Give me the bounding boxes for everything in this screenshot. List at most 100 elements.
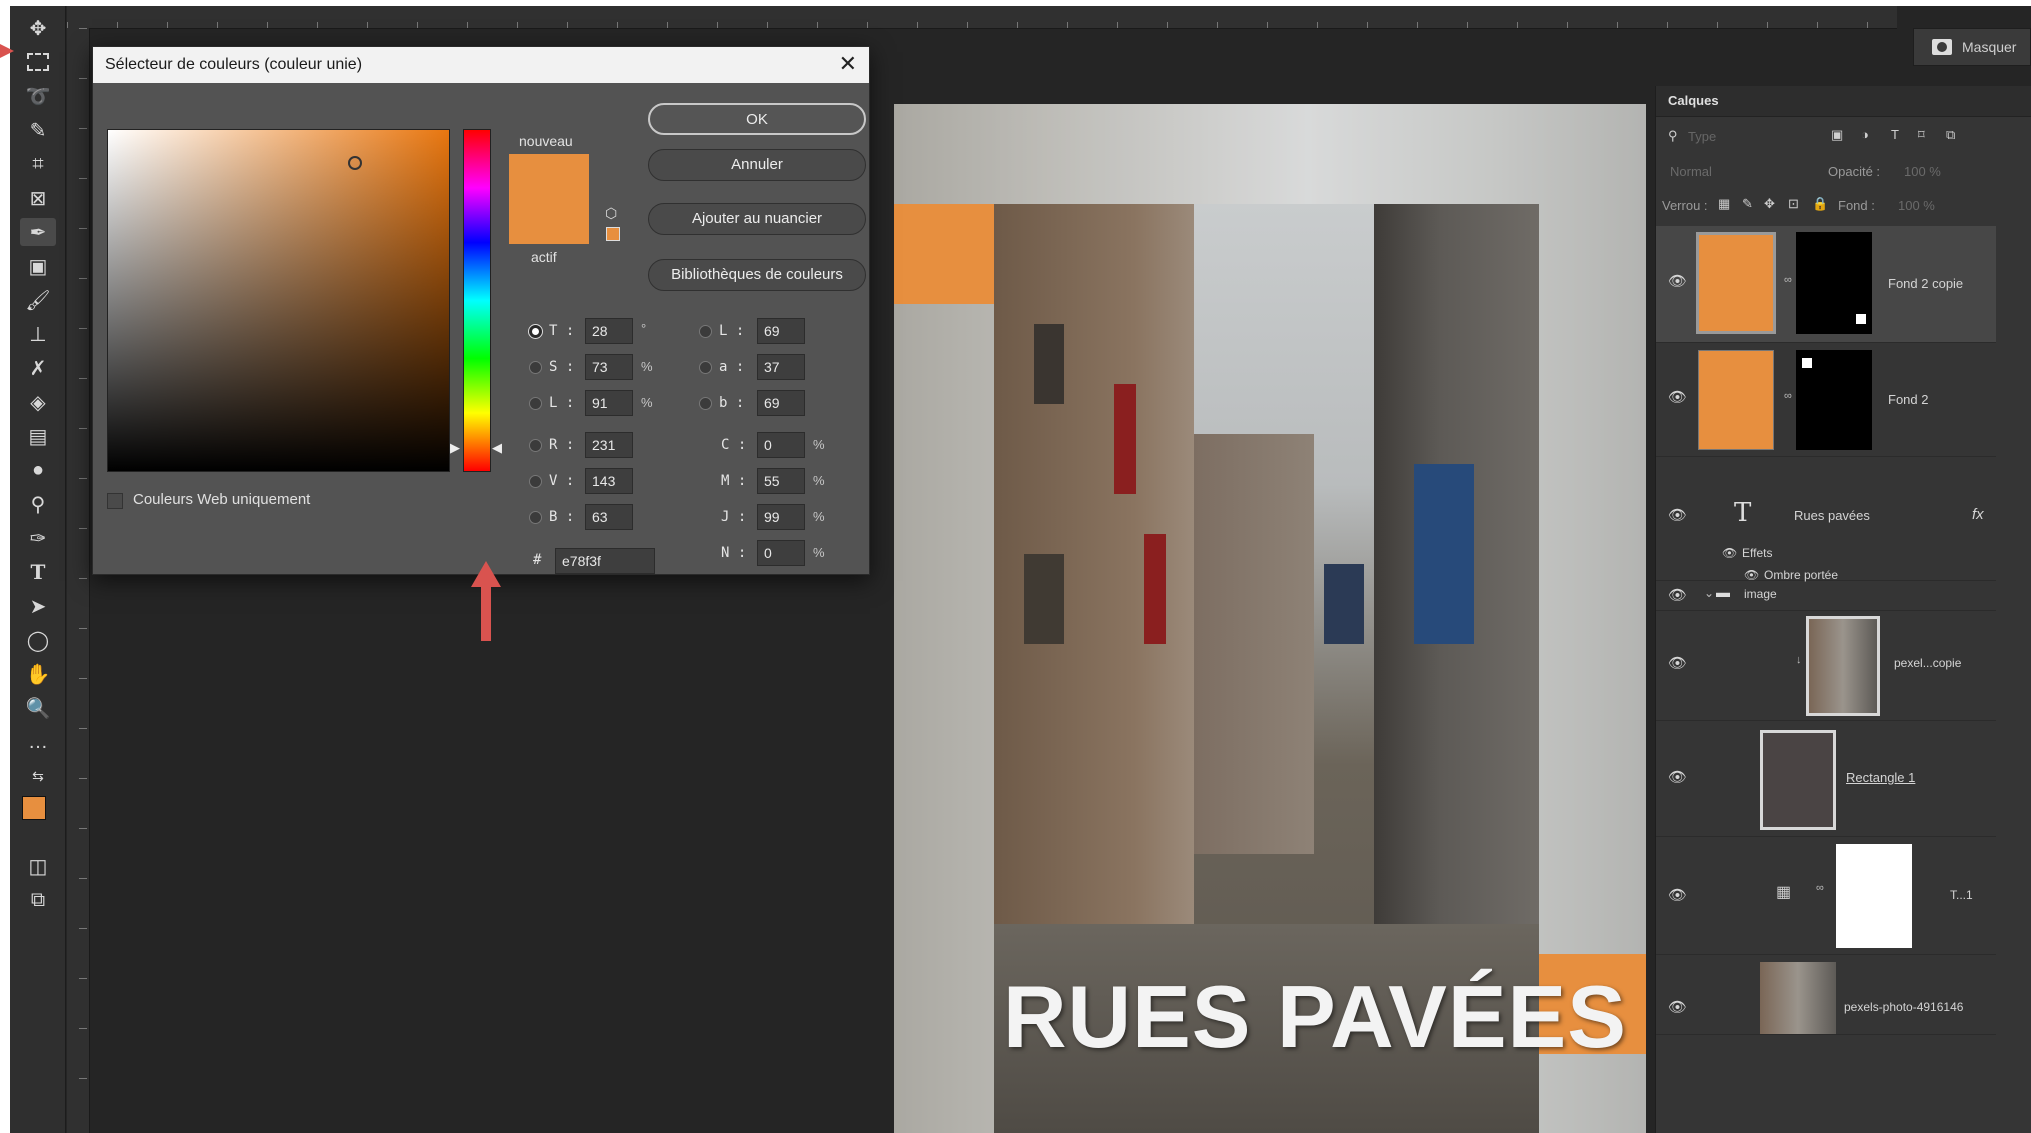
shape-filter-icon[interactable]: ⌑: [1918, 127, 1925, 143]
layer-row[interactable]: 👁 ∞ Fond 2: [1656, 342, 1996, 457]
visibility-eye-icon[interactable]: 👁: [1668, 586, 1688, 604]
hue-radio[interactable]: [529, 325, 542, 338]
magenta-field[interactable]: 55: [757, 468, 805, 494]
hue-field[interactable]: 28: [585, 318, 633, 344]
cancel-button[interactable]: Annuler: [648, 149, 866, 181]
black-field[interactable]: 0: [757, 540, 805, 566]
image-filter-icon[interactable]: ▣: [1831, 127, 1843, 143]
visibility-eye-icon[interactable]: 👁: [1668, 388, 1688, 406]
websafe-swatch-icon[interactable]: [606, 227, 620, 241]
lab-a-radio[interactable]: [699, 361, 712, 374]
smart-object-filter-icon[interactable]: ⧉: [1946, 127, 1955, 143]
link-icon[interactable]: ∞: [1784, 390, 1792, 402]
eraser-tool-icon[interactable]: ◈: [20, 388, 56, 416]
hue-slider-right-arrow-icon[interactable]: ◀: [492, 440, 502, 456]
visibility-eye-icon[interactable]: 👁: [1668, 654, 1688, 672]
ruler-tick: [167, 22, 168, 28]
lock-all-icon[interactable]: 🔒: [1812, 196, 1828, 212]
gradient-tool-icon[interactable]: ▤: [20, 422, 56, 450]
saturation-brightness-field[interactable]: [107, 129, 450, 472]
screen-mode-icon[interactable]: ⧉: [20, 886, 56, 914]
link-icon[interactable]: ∞: [1816, 882, 1824, 894]
fill-field[interactable]: 100 %: [1898, 198, 1935, 213]
lab-l-field[interactable]: 69: [757, 318, 805, 344]
lock-pixels-icon[interactable]: ✎: [1742, 196, 1753, 212]
cyan-field[interactable]: 0: [757, 432, 805, 458]
fx-icon[interactable]: fx: [1972, 506, 1984, 523]
frame-tool-icon[interactable]: ⊠: [20, 184, 56, 212]
history-brush-tool-icon[interactable]: ✗: [20, 354, 56, 382]
lock-artboard-icon[interactable]: ⊡: [1788, 196, 1799, 212]
lab-b-field[interactable]: 69: [757, 390, 805, 416]
hue-slider[interactable]: [463, 129, 491, 472]
mask-toggle-button[interactable]: Masquer: [1913, 28, 2031, 66]
group-row[interactable]: 👁 ⌄ ▬ image: [1656, 580, 1996, 611]
brightness-radio[interactable]: [529, 397, 542, 410]
quick-selection-tool-icon[interactable]: ✎: [20, 116, 56, 144]
layer-row[interactable]: 👁 ↓ pexel...copie: [1656, 610, 1996, 721]
zoom-tool-icon[interactable]: 🔍: [20, 694, 56, 722]
hex-field[interactable]: e78f3f: [555, 548, 655, 574]
green-radio[interactable]: [529, 475, 542, 488]
yellow-field[interactable]: 99: [757, 504, 805, 530]
dodge-tool-icon[interactable]: ⚲: [20, 490, 56, 518]
lab-a-field[interactable]: 37: [757, 354, 805, 380]
lock-position-icon[interactable]: ✥: [1764, 196, 1775, 212]
layer-row[interactable]: 👁 Rectangle 1: [1656, 720, 1996, 837]
lab-l-radio[interactable]: [699, 325, 712, 338]
layer-row[interactable]: 👁 ▦ ∞ T...1: [1656, 836, 1996, 955]
type-tool-icon[interactable]: T: [20, 558, 56, 586]
visibility-eye-icon[interactable]: 👁: [1668, 272, 1688, 290]
pen-tool-icon[interactable]: ✑: [20, 524, 56, 552]
saturation-radio[interactable]: [529, 361, 542, 374]
visibility-eye-icon[interactable]: 👁: [1668, 506, 1688, 524]
foreground-color-swatch[interactable]: [22, 796, 46, 820]
move-tool-icon[interactable]: ✥: [20, 14, 56, 42]
visibility-eye-icon[interactable]: 👁: [1668, 886, 1688, 904]
quick-mask-icon[interactable]: ◫: [20, 852, 56, 880]
crop-tool-icon[interactable]: ⌗: [20, 150, 56, 178]
more-tools-icon[interactable]: …: [20, 728, 56, 756]
chevron-down-icon[interactable]: ⌄: [1704, 586, 1714, 600]
ellipse-tool-icon[interactable]: ◯: [20, 626, 56, 654]
saturation-field[interactable]: 73: [585, 354, 633, 380]
eyedropper-tool-icon[interactable]: ✒: [20, 218, 56, 246]
cube-icon[interactable]: ⬡: [605, 205, 617, 222]
red-radio[interactable]: [529, 439, 542, 452]
layer-row[interactable]: 👁 pexels-photo-4916146: [1656, 954, 1996, 1035]
blue-field[interactable]: 63: [585, 504, 633, 530]
red-field[interactable]: 231: [585, 432, 633, 458]
green-field[interactable]: 143: [585, 468, 633, 494]
spot-healing-tool-icon[interactable]: ▣: [20, 252, 56, 280]
blend-mode-select[interactable]: Normal: [1670, 164, 1712, 179]
type-filter-icon[interactable]: T: [1891, 127, 1899, 142]
path-selection-tool-icon[interactable]: ➤: [20, 592, 56, 620]
swap-colors-icon[interactable]: ⇆: [20, 762, 56, 790]
visibility-eye-icon[interactable]: 👁: [1722, 546, 1742, 560]
color-picker-marker[interactable]: [348, 156, 362, 170]
opacity-field[interactable]: 100 %: [1904, 164, 1941, 179]
blur-tool-icon[interactable]: ●: [20, 456, 56, 484]
visibility-eye-icon[interactable]: 👁: [1668, 998, 1688, 1016]
visibility-eye-icon[interactable]: 👁: [1668, 768, 1688, 786]
clone-stamp-tool-icon[interactable]: ⊥: [20, 320, 56, 348]
link-icon[interactable]: ∞: [1784, 274, 1792, 286]
ok-button[interactable]: OK: [648, 103, 866, 135]
web-colors-checkbox[interactable]: [107, 493, 123, 509]
lab-b-radio[interactable]: [699, 397, 712, 410]
layer-row[interactable]: 👁 ∞ Fond 2 copie: [1656, 226, 1996, 343]
layer-row[interactable]: 👁 T Rues pavées fx 👁 Effets 👁 Ombre port…: [1656, 456, 1996, 582]
marquee-tool-icon[interactable]: [20, 48, 56, 76]
hue-slider-left-arrow-icon[interactable]: ▶: [450, 440, 460, 456]
close-icon[interactable]: ✕: [839, 51, 857, 77]
lasso-tool-icon[interactable]: ➰: [20, 82, 56, 110]
lock-transparency-icon[interactable]: ▦: [1718, 196, 1730, 212]
layers-search-input[interactable]: Type: [1688, 129, 1716, 144]
adjustment-filter-icon[interactable]: ◑: [1861, 127, 1869, 142]
hand-tool-icon[interactable]: ✋: [20, 660, 56, 688]
brightness-field[interactable]: 91: [585, 390, 633, 416]
color-libraries-button[interactable]: Bibliothèques de couleurs: [648, 259, 866, 291]
blue-radio[interactable]: [529, 511, 542, 524]
add-to-swatches-button[interactable]: Ajouter au nuancier: [648, 203, 866, 235]
brush-tool-icon[interactable]: 🖌: [20, 286, 56, 314]
